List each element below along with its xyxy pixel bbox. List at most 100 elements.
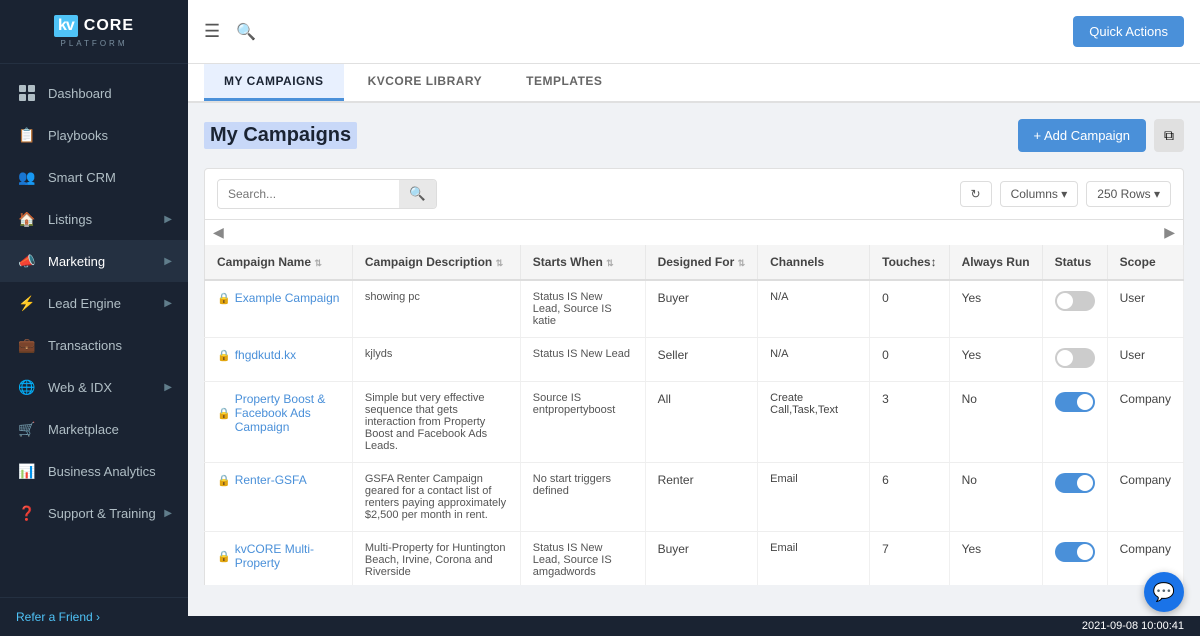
sidebar-item-listings[interactable]: 🏠 Listings ▶ (0, 198, 188, 240)
cell-channels-1: N/A (758, 338, 870, 382)
search-submit-button[interactable]: 🔍 (399, 180, 436, 208)
sidebar-item-support-training[interactable]: ❓ Support & Training ▶ (0, 492, 188, 534)
timestamp: 2021-09-08 10:00:41 (1082, 620, 1184, 632)
refer-friend-link[interactable]: Refer a Friend › (0, 597, 188, 636)
table-row: 🔒 fhgdkutd.kx kjlyds Status IS New Lead … (205, 338, 1184, 382)
campaign-name-link-0[interactable]: 🔒 Example Campaign (217, 291, 340, 305)
listings-arrow-icon: ▶ (164, 214, 172, 225)
sidebar-label-lead-engine: Lead Engine (48, 296, 164, 311)
sidebar-item-marketing[interactable]: 📣 Marketing ▶ (0, 240, 188, 282)
export-button[interactable]: ⧉ (1154, 119, 1184, 152)
sidebar-item-web-idx[interactable]: 🌐 Web & IDX ▶ (0, 366, 188, 408)
sidebar-nav: Dashboard 📋 Playbooks 👥 Smart CRM 🏠 List… (0, 64, 188, 597)
sidebar-label-marketing: Marketing (48, 254, 164, 269)
campaign-name-link-4[interactable]: 🔒 kvCORE Multi-Property (217, 542, 340, 570)
listings-icon: 🏠 (16, 208, 38, 230)
cell-starts-1: Status IS New Lead (520, 338, 645, 382)
sidebar: kv CORE PLATFORM Dashboard 📋 Playbooks 👥… (0, 0, 188, 636)
sidebar-item-playbooks[interactable]: 📋 Playbooks (0, 114, 188, 156)
header-actions: + Add Campaign ⧉ (1018, 119, 1184, 152)
cell-status-2 (1042, 382, 1107, 463)
cell-desc-0: showing pc (352, 280, 520, 338)
quick-actions-button[interactable]: Quick Actions (1073, 16, 1184, 47)
dashboard-icon (16, 82, 38, 104)
lock-icon-1: 🔒 (217, 349, 231, 362)
col-header-starts-when[interactable]: Starts When ⇅ (520, 245, 645, 280)
business-analytics-icon: 📊 (16, 460, 38, 482)
campaign-name-link-2[interactable]: 🔒 Property Boost & Facebook Ads Campaign (217, 392, 340, 434)
marketing-icon: 📣 (16, 250, 38, 272)
cell-channels-0: N/A (758, 280, 870, 338)
tab-templates[interactable]: TEMPLATES (506, 64, 622, 101)
col-header-description[interactable]: Campaign Description ⇅ (352, 245, 520, 280)
campaign-name-link-3[interactable]: 🔒 Renter-GSFA (217, 473, 340, 487)
sidebar-item-transactions[interactable]: 💼 Transactions (0, 324, 188, 366)
col-header-touches[interactable]: Touches↕ (870, 245, 949, 280)
table-controls: 🔍 ↻ Columns ▾ 250 Rows ▾ (204, 168, 1184, 220)
cell-desc-3: GSFA Renter Campaign geared for a contac… (352, 463, 520, 532)
logo-platform: PLATFORM (61, 39, 128, 48)
add-campaign-button[interactable]: + Add Campaign (1018, 119, 1146, 152)
col-header-name[interactable]: Campaign Name ⇅ (205, 245, 353, 280)
col-header-designed-for[interactable]: Designed For ⇅ (645, 245, 758, 280)
cell-touches-3: 6 (870, 463, 949, 532)
sidebar-label-transactions: Transactions (48, 338, 172, 353)
scroll-left-icon[interactable]: ◀ (213, 224, 224, 241)
tabs-bar: MY CAMPAIGNS KVCORE LIBRARY TEMPLATES (188, 64, 1200, 103)
sidebar-label-playbooks: Playbooks (48, 128, 172, 143)
rows-button[interactable]: 250 Rows ▾ (1086, 181, 1171, 207)
marketing-arrow-icon: ▶ (164, 256, 172, 267)
logo-core: CORE (84, 17, 134, 35)
cell-name-1: 🔒 fhgdkutd.kx (205, 338, 353, 382)
sidebar-item-lead-engine[interactable]: ⚡ Lead Engine ▶ (0, 282, 188, 324)
campaign-name-link-1[interactable]: 🔒 fhgdkutd.kx (217, 348, 340, 362)
cell-status-0 (1042, 280, 1107, 338)
sidebar-item-smart-crm[interactable]: 👥 Smart CRM (0, 156, 188, 198)
page-title: My Campaigns (204, 122, 357, 149)
search-input[interactable] (218, 181, 399, 207)
status-toggle-2[interactable] (1055, 392, 1095, 412)
web-idx-arrow-icon: ▶ (164, 382, 172, 393)
search-icon[interactable]: 🔍 (236, 22, 256, 42)
columns-button[interactable]: Columns ▾ (1000, 181, 1079, 207)
cell-starts-2: Source IS entpropertyboost (520, 382, 645, 463)
col-header-always-run[interactable]: Always Run (949, 245, 1042, 280)
scroll-right-icon[interactable]: ▶ (1164, 224, 1175, 241)
sidebar-item-dashboard[interactable]: Dashboard (0, 72, 188, 114)
cell-scope-0: User (1107, 280, 1183, 338)
lock-icon-2: 🔒 (217, 407, 231, 420)
refresh-button[interactable]: ↻ (960, 181, 992, 207)
col-header-status[interactable]: Status (1042, 245, 1107, 280)
table-row: 🔒 Renter-GSFA GSFA Renter Campaign geare… (205, 463, 1184, 532)
lock-icon-4: 🔒 (217, 550, 231, 563)
sidebar-label-dashboard: Dashboard (48, 86, 172, 101)
tab-my-campaigns[interactable]: MY CAMPAIGNS (204, 64, 344, 101)
tab-kvcore-library[interactable]: KVCORE LIBRARY (348, 64, 503, 101)
sidebar-item-marketplace[interactable]: 🛒 Marketplace (0, 408, 188, 450)
cell-name-3: 🔒 Renter-GSFA (205, 463, 353, 532)
menu-icon[interactable]: ☰ (204, 21, 220, 42)
cell-designed-3: Renter (645, 463, 758, 532)
cell-designed-0: Buyer (645, 280, 758, 338)
col-header-scope[interactable]: Scope (1107, 245, 1183, 280)
sidebar-label-smart-crm: Smart CRM (48, 170, 172, 185)
cell-always-run-2: No (949, 382, 1042, 463)
cell-always-run-0: Yes (949, 280, 1042, 338)
playbooks-icon: 📋 (16, 124, 38, 146)
marketplace-icon: 🛒 (16, 418, 38, 440)
cell-designed-2: All (645, 382, 758, 463)
chat-button[interactable]: 💬 (1144, 572, 1184, 612)
cell-channels-2: Create Call,Task,Text (758, 382, 870, 463)
page-header: My Campaigns + Add Campaign ⧉ (204, 119, 1184, 152)
status-toggle-1[interactable] (1055, 348, 1095, 368)
cell-desc-1: kjlyds (352, 338, 520, 382)
sort-designed-icon: ⇅ (738, 258, 746, 268)
col-header-channels[interactable]: Channels (758, 245, 870, 280)
table-row: 🔒 Property Boost & Facebook Ads Campaign… (205, 382, 1184, 463)
sidebar-item-business-analytics[interactable]: 📊 Business Analytics (0, 450, 188, 492)
cell-scope-3: Company (1107, 463, 1183, 532)
status-toggle-4[interactable] (1055, 542, 1095, 562)
status-toggle-3[interactable] (1055, 473, 1095, 493)
status-toggle-0[interactable] (1055, 291, 1095, 311)
main-content: ☰ 🔍 Quick Actions MY CAMPAIGNS KVCORE LI… (188, 0, 1200, 636)
